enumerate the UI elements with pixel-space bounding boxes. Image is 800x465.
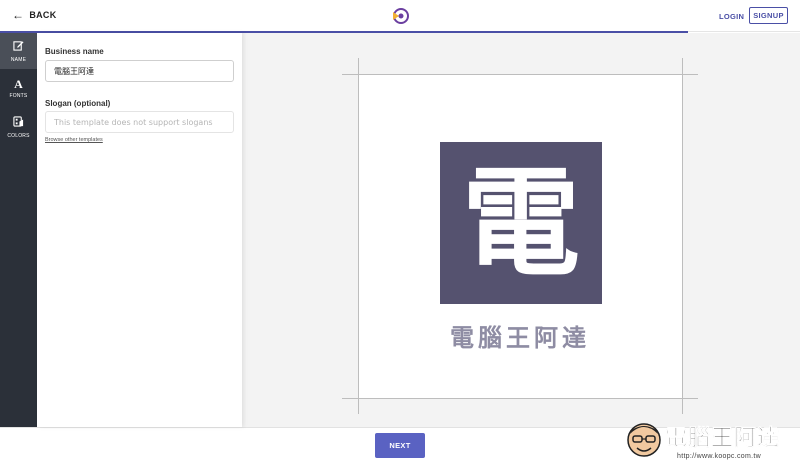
rail-item-label: COLORS [7, 132, 30, 139]
back-label: BACK [29, 10, 57, 20]
next-button[interactable]: NEXT [375, 433, 425, 458]
edit-icon [13, 40, 24, 54]
guide-line [342, 74, 698, 75]
edit-panel: Business name Slogan (optional) Browse o… [37, 33, 242, 427]
rail-item-label: NAME [10, 56, 27, 63]
rail-item-name[interactable]: NAME [0, 33, 37, 69]
palette-icon [13, 115, 24, 130]
browse-templates-link[interactable]: Browse other templates [45, 137, 103, 143]
font-icon: A [14, 77, 23, 91]
signup-button[interactable]: SIGNUP [749, 7, 788, 24]
logo-mark-char: 電 [461, 154, 580, 292]
rail-item-colors[interactable]: COLORS [0, 109, 37, 145]
business-name-input[interactable] [45, 60, 234, 82]
watermark-title: 電腦王阿達 [665, 426, 781, 452]
arrow-left-icon: ← [12, 8, 25, 22]
logo-mark: 電 [440, 142, 602, 304]
slogan-input[interactable] [45, 111, 234, 133]
slogan-label: Slogan (optional) [45, 99, 111, 108]
logo-business-name: 電腦王阿達 [450, 324, 590, 352]
business-name-label: Business name [45, 47, 104, 56]
login-link[interactable]: LOGIN [719, 12, 744, 21]
tool-rail: NAME A FONTS COLORS [0, 33, 37, 427]
brand-logo-icon[interactable] [390, 6, 410, 26]
back-button[interactable]: ← BACK [12, 9, 57, 21]
rail-item-fonts[interactable]: A FONTS [0, 71, 37, 107]
rail-item-label: FONTS [9, 93, 28, 99]
guide-line [342, 398, 698, 399]
guide-line [682, 58, 683, 414]
watermark: 電腦王阿達 http://www.koopc.com.tw [625, 418, 797, 464]
mascot-face-icon [627, 423, 661, 457]
guide-line [358, 58, 359, 414]
watermark-url: http://www.koopc.com.tw [677, 453, 761, 460]
